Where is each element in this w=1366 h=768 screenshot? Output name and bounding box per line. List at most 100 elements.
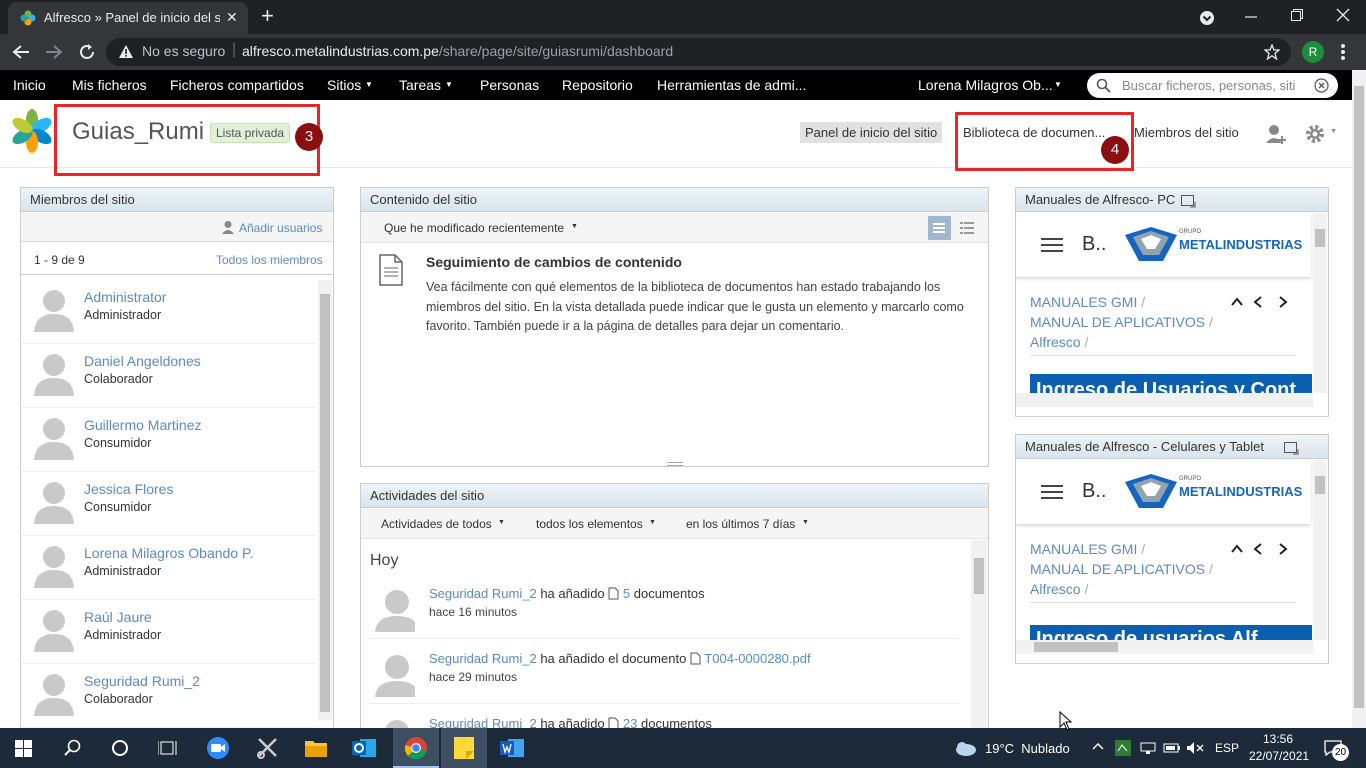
sticky-notes-taskbar-button[interactable] [441, 728, 487, 768]
minimize-icon[interactable] [1244, 10, 1258, 24]
chrome-taskbar-button[interactable] [393, 728, 439, 768]
breadcrumb-link[interactable]: MANUAL DE APLICATIVOS [1030, 561, 1205, 577]
member-name[interactable]: Administrator [84, 289, 166, 305]
member-list-scrollbar[interactable] [318, 280, 332, 720]
external-window-icon[interactable] [1284, 442, 1299, 455]
activity-text: Seguridad Rumi_2 ha añadido 5 documentos [429, 586, 705, 601]
manual-mobile-scrollbar-v[interactable] [1313, 460, 1327, 640]
site-nav-members[interactable]: Miembros del sitio [1134, 125, 1239, 140]
notification-center[interactable]: 20 [1322, 738, 1350, 761]
file-explorer-icon[interactable] [304, 737, 328, 759]
alfresco-logo-icon[interactable] [9, 108, 55, 154]
profile-avatar[interactable]: R [1302, 41, 1324, 63]
manual-pc-dashlet: Manuales de Alfresco- PC B.. GRUPO METAL… [1015, 187, 1329, 417]
detailed-view-icon[interactable] [960, 222, 974, 234]
user-menu[interactable]: Lorena Milagros Ob... [918, 70, 1053, 100]
breadcrumb-link[interactable]: Alfresco [1030, 581, 1081, 597]
breadcrumb-link[interactable]: MANUALES GMI [1030, 541, 1137, 557]
bookmark-star-icon[interactable] [1264, 44, 1280, 60]
settings-gear-icon[interactable] [1304, 123, 1326, 145]
back-icon[interactable] [12, 44, 30, 60]
activities-type-filter[interactable]: todos los elementos [536, 517, 643, 531]
language-indicator[interactable]: ESP [1215, 741, 1239, 755]
breadcrumb-link[interactable]: MANUALES GMI [1030, 294, 1137, 310]
manual-mobile-breadcrumb: MANUALES GMI / MANUAL DE APLICATIVOS / A… [1030, 541, 1213, 597]
external-window-icon[interactable] [1181, 195, 1196, 208]
nav-sitios[interactable]: Sitios [327, 70, 361, 100]
outlook-icon[interactable] [352, 736, 376, 760]
manual-pc-scrollbar-h[interactable] [1016, 393, 1313, 407]
activities-range-filter[interactable]: en los últimos 7 días [686, 517, 795, 531]
zoom-icon[interactable] [206, 736, 230, 760]
manual-pc-scrollbar-v[interactable] [1313, 213, 1327, 393]
nav-ficheros-compartidos[interactable]: Ficheros compartidos [170, 70, 304, 100]
clock-date[interactable]: 22/07/2021 [1249, 749, 1309, 763]
content-filter-dropdown[interactable]: Que he modificado recientemente [384, 221, 564, 235]
activity-row: Seguridad Rumi_2 ha añadido 5 documentos… [369, 574, 959, 639]
new-tab-button[interactable]: + [261, 3, 274, 29]
network-icon[interactable] [1140, 741, 1156, 755]
manual-mobile-scrollbar-h[interactable] [1016, 640, 1313, 654]
simple-view-button[interactable] [928, 216, 951, 240]
activities-user-filter[interactable]: Actividades de todos [381, 517, 492, 531]
add-user-icon[interactable] [1265, 123, 1287, 145]
resize-handle[interactable] [667, 462, 683, 466]
member-name[interactable]: Jessica Flores [84, 481, 173, 497]
nav-mis-ficheros[interactable]: Mis ficheros [72, 70, 147, 100]
page-navigation-icons[interactable] [1231, 295, 1291, 309]
page-navigation-icons[interactable] [1231, 542, 1291, 556]
close-window-icon[interactable] [1336, 8, 1350, 22]
restore-icon[interactable] [1290, 8, 1304, 22]
activities-scrollbar[interactable] [971, 540, 987, 731]
forward-icon[interactable] [45, 44, 63, 60]
member-name[interactable]: Daniel Angeldones [84, 353, 201, 369]
word-icon[interactable] [500, 736, 524, 760]
nav-inicio[interactable]: Inicio [13, 70, 46, 100]
site-nav-dashboard[interactable]: Panel de inicio del sitio [800, 122, 943, 143]
windows-start-icon[interactable] [15, 740, 32, 757]
search-box[interactable]: Buscar ficheros, personas, siti [1087, 73, 1338, 98]
tab-close-icon[interactable]: ✕ [226, 9, 238, 26]
nav-herramientas-admin[interactable]: Herramientas de admi... [657, 70, 806, 100]
tray-app-icon[interactable] [1114, 739, 1132, 757]
activity-user[interactable]: Seguridad Rumi_2 [429, 586, 537, 601]
clock-time[interactable]: 13:56 [1263, 732, 1293, 746]
breadcrumb-link[interactable]: Alfresco [1030, 334, 1081, 350]
tab-search-icon[interactable] [1199, 10, 1215, 26]
search-icon[interactable] [64, 739, 82, 757]
activity-object[interactable]: T004-0000280.pdf [704, 651, 810, 666]
show-hidden-icons-icon[interactable] [1092, 742, 1104, 750]
site-activities-dashlet: Actividades del sitio Actividades de tod… [360, 483, 989, 732]
reload-icon[interactable] [78, 43, 96, 61]
task-view-icon[interactable] [158, 739, 178, 757]
all-members-link[interactable]: Todos los miembros [216, 253, 323, 267]
dashlet-title: Miembros del sitio [21, 188, 333, 212]
member-name[interactable]: Raúl Jaure [84, 609, 152, 625]
hamburger-menu-icon[interactable] [1041, 237, 1063, 253]
page-scrollbar[interactable] [1352, 70, 1366, 728]
cortana-icon[interactable] [111, 739, 129, 757]
url-field[interactable]: No es seguro | alfresco.metalindustrias.… [106, 38, 1291, 66]
nav-personas[interactable]: Personas [480, 70, 539, 100]
nav-tareas[interactable]: Tareas [399, 70, 441, 100]
member-name[interactable]: Guillermo Martinez [84, 417, 201, 433]
snipping-tool-icon[interactable] [256, 736, 280, 760]
browser-tab[interactable]: Alfresco » Panel de inicio del sitio ✕ [8, 2, 248, 34]
member-row: Lorena Milagros Obando P. Administrador [21, 536, 317, 600]
activity-user[interactable]: Seguridad Rumi_2 [429, 651, 537, 666]
hamburger-menu-icon[interactable] [1041, 484, 1063, 500]
activity-count[interactable]: 5 [623, 586, 630, 601]
volume-muted-icon[interactable] [1186, 741, 1204, 755]
weather-text[interactable]: 19°C Nublado [985, 741, 1070, 756]
browser-menu-icon[interactable] [1340, 43, 1346, 61]
add-users-link[interactable]: Añadir usuarios [239, 221, 322, 235]
member-row: Seguridad Rumi_2 Colaborador [21, 664, 317, 728]
member-name[interactable]: Seguridad Rumi_2 [84, 673, 200, 689]
clear-search-icon[interactable] [1314, 78, 1329, 93]
breadcrumb-link[interactable]: MANUAL DE APLICATIVOS [1030, 314, 1205, 330]
battery-icon[interactable] [1163, 741, 1181, 755]
manual-pc-breadcrumb: MANUALES GMI / MANUAL DE APLICATIVOS / A… [1030, 294, 1213, 350]
member-name[interactable]: Lorena Milagros Obando P. [84, 545, 253, 561]
member-role: Consumidor [84, 500, 152, 514]
nav-repositorio[interactable]: Repositorio [562, 70, 633, 100]
